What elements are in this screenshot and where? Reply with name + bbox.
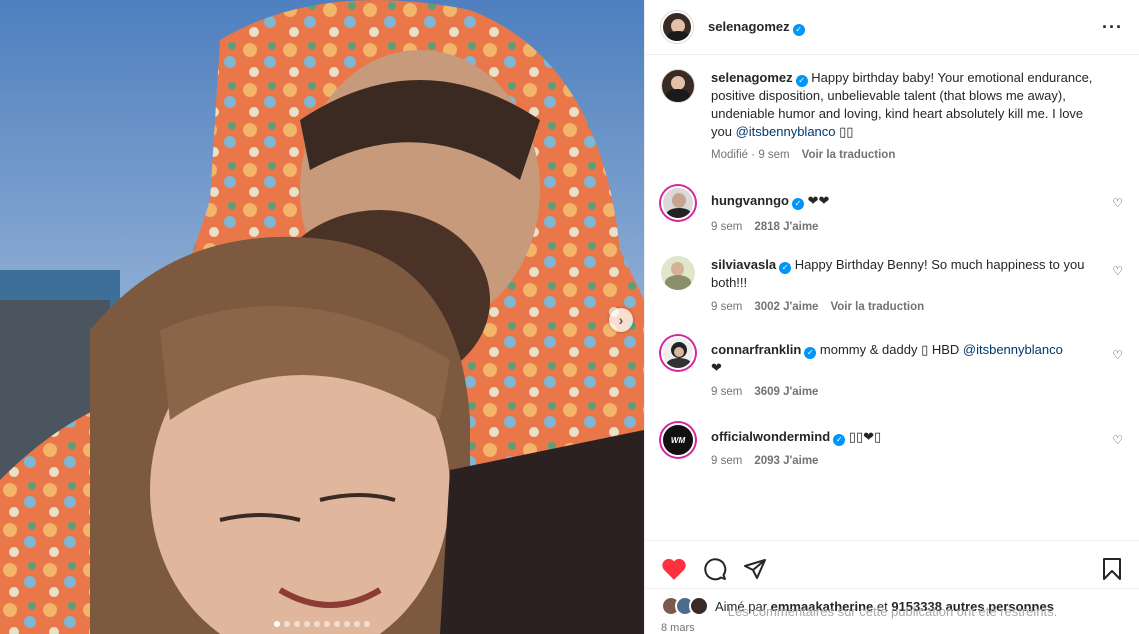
comment-item: connarfranklin ✓ mommy & daddy ▯ HBD @its… bbox=[661, 336, 1123, 401]
comment-username[interactable]: connarfranklin bbox=[711, 342, 801, 357]
comment-username[interactable]: silviavasla bbox=[711, 257, 776, 272]
caption-body: selenagomez ✓ Happy birthday baby! Your e… bbox=[711, 69, 1123, 164]
verified-badge-icon: ✓ bbox=[804, 347, 817, 359]
edited-label: Modifié bbox=[711, 149, 749, 161]
carousel-dot[interactable] bbox=[364, 621, 370, 627]
comment-time[interactable]: 9 sem bbox=[711, 298, 742, 316]
carousel-dot[interactable] bbox=[344, 621, 350, 627]
comment-item: hungvanngo ✓ ❤❤ 9 sem 2818 J'aime ♡ bbox=[661, 186, 1123, 236]
carousel-dot[interactable] bbox=[304, 621, 310, 627]
comment-time[interactable]: 9 sem bbox=[711, 383, 742, 401]
comment-text: ▯▯❤▯ bbox=[848, 429, 882, 444]
author-avatar[interactable] bbox=[661, 11, 693, 43]
comment-mention[interactable]: @itsbennyblanco bbox=[963, 342, 1063, 357]
verified-badge-icon: ✓ bbox=[779, 262, 792, 274]
verified-badge-icon: ✓ bbox=[792, 198, 804, 210]
comment-avatar[interactable] bbox=[661, 256, 695, 290]
bookmark-icon[interactable] bbox=[1101, 557, 1123, 581]
comment-time[interactable]: 9 sem bbox=[711, 452, 742, 470]
like-comment-heart-icon[interactable]: ♡ bbox=[1112, 196, 1123, 210]
carousel-dots bbox=[0, 621, 644, 627]
comment-meta: 9 sem 2818 J'aime bbox=[711, 218, 1099, 236]
carousel-dot[interactable] bbox=[354, 621, 360, 627]
caption-username[interactable]: selenagomez bbox=[711, 70, 793, 85]
like-comment-heart-icon[interactable]: ♡ bbox=[1112, 264, 1123, 278]
wondermind-logo-icon: WM bbox=[670, 435, 686, 445]
like-comment-heart-icon[interactable]: ♡ bbox=[1112, 433, 1123, 447]
post-caption: selenagomez ✓ Happy birthday baby! Your e… bbox=[661, 69, 1123, 164]
comment-body: hungvanngo ✓ ❤❤ 9 sem 2818 J'aime bbox=[711, 186, 1123, 236]
comment-avatar[interactable] bbox=[661, 336, 695, 370]
carousel-dot[interactable] bbox=[324, 621, 330, 627]
comment-username[interactable]: officialwondermind bbox=[711, 429, 830, 444]
post-dialog: › selenagomez ✓ ··· selenagomez ✓ Happy bi… bbox=[0, 0, 1139, 634]
verified-badge-icon: ✓ bbox=[795, 75, 808, 87]
comment-text: mommy & daddy ▯ HBD bbox=[819, 342, 963, 357]
comment-avatar[interactable]: WM bbox=[661, 423, 695, 457]
comment-item: silviavasla ✓ Happy Birthday Benny! So mu… bbox=[661, 256, 1123, 316]
comment-item: WM officialwondermind ✓ ▯▯❤▯ 9 sem 2093 J… bbox=[661, 423, 1123, 470]
next-photo-button[interactable]: › bbox=[609, 308, 633, 332]
comment-text-heart: ❤ bbox=[711, 360, 722, 375]
comment-body: silviavasla ✓ Happy Birthday Benny! So mu… bbox=[711, 256, 1123, 316]
caption-mention[interactable]: @itsbennyblanco bbox=[736, 124, 836, 139]
translate-link[interactable]: Voir la traduction bbox=[830, 298, 924, 316]
comment-avatar[interactable] bbox=[661, 186, 695, 220]
post-media[interactable]: › bbox=[0, 0, 644, 634]
comment-username[interactable]: hungvanngo bbox=[711, 193, 789, 208]
comment-likes[interactable]: 3609 J'aime bbox=[754, 383, 818, 401]
carousel-dot[interactable] bbox=[294, 621, 300, 627]
share-icon[interactable] bbox=[743, 557, 767, 581]
verified-badge-icon: ✓ bbox=[833, 434, 846, 446]
post-side-panel: selenagomez ✓ ··· selenagomez ✓ Happy birt… bbox=[644, 0, 1139, 634]
comments-restricted-notice: Les commentaires sur cette publication o… bbox=[645, 588, 1139, 634]
post-header: selenagomez ✓ ··· bbox=[645, 0, 1139, 55]
caption-time[interactable]: 9 sem bbox=[758, 149, 789, 161]
caption-emoji: ▯▯ bbox=[839, 124, 854, 139]
post-photo bbox=[0, 0, 644, 634]
like-comment-heart-icon[interactable]: ♡ bbox=[1112, 348, 1123, 362]
comment-body: officialwondermind ✓ ▯▯❤▯ 9 sem 2093 J'ai… bbox=[711, 423, 1123, 470]
caption-avatar[interactable] bbox=[661, 69, 695, 103]
carousel-dot[interactable] bbox=[334, 621, 340, 627]
comment-likes[interactable]: 3002 J'aime bbox=[754, 298, 818, 316]
verified-badge-icon: ✓ bbox=[792, 23, 805, 36]
caption-meta: Modifié · 9 sem Voir la traduction bbox=[711, 146, 1099, 164]
comment-time[interactable]: 9 sem bbox=[711, 218, 742, 236]
comment-meta: 9 sem 3609 J'aime bbox=[711, 383, 1099, 401]
comment-likes[interactable]: 2093 J'aime bbox=[754, 452, 818, 470]
carousel-dot[interactable] bbox=[274, 621, 280, 627]
comment-text: ❤❤ bbox=[807, 193, 830, 208]
translate-link[interactable]: Voir la traduction bbox=[802, 146, 896, 164]
comments-feed[interactable]: selenagomez ✓ Happy birthday baby! Your e… bbox=[645, 55, 1139, 540]
comment-icon[interactable] bbox=[703, 557, 727, 581]
author-username[interactable]: selenagomez ✓ bbox=[708, 19, 805, 36]
comment-body: connarfranklin ✓ mommy & daddy ▯ HBD @its… bbox=[711, 336, 1123, 401]
more-horizontal-icon[interactable]: ··· bbox=[1102, 17, 1123, 38]
comment-likes[interactable]: 2818 J'aime bbox=[754, 218, 818, 236]
comment-meta: 9 sem 3002 J'aime Voir la traduction bbox=[711, 298, 1099, 316]
comment-meta: 9 sem 2093 J'aime bbox=[711, 452, 1099, 470]
like-heart-icon[interactable] bbox=[661, 557, 687, 581]
carousel-dot[interactable] bbox=[314, 621, 320, 627]
carousel-dot[interactable] bbox=[284, 621, 290, 627]
